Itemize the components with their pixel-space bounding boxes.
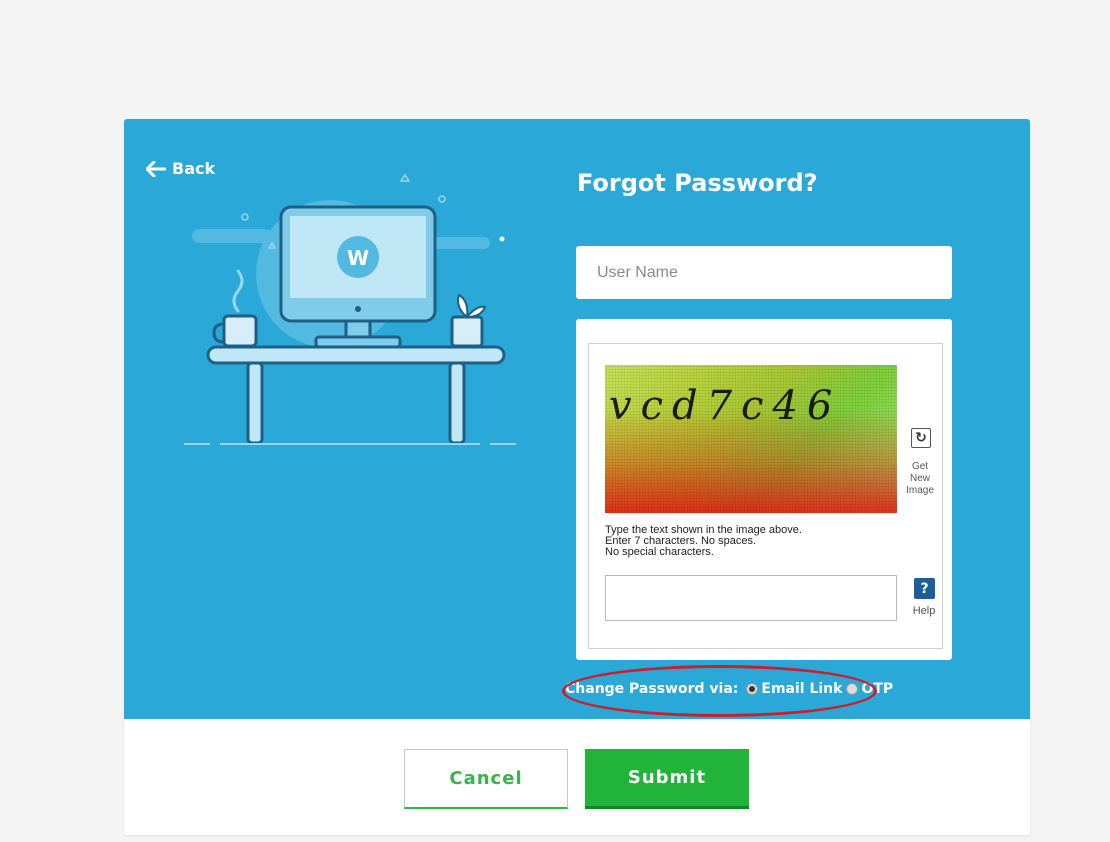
- email-link-label[interactable]: Email Link: [761, 681, 842, 697]
- svg-text:W: W: [347, 246, 369, 270]
- username-input[interactable]: [576, 246, 952, 299]
- delivery-method-label: Change Password via:: [565, 681, 739, 697]
- delivery-method-group: Change Password via: Email Link OTP: [565, 681, 893, 697]
- refresh-icon[interactable]: ↻: [911, 428, 931, 448]
- captcha-frame: vcd7c46 ↻ Get New Image Type the text sh…: [588, 343, 943, 649]
- arrow-left-icon: [146, 160, 166, 177]
- form-panel: Back W Forgot Password? User Name vcd7c4…: [124, 119, 1030, 719]
- otp-label[interactable]: OTP: [861, 681, 893, 697]
- captcha-text: vcd7c46: [609, 383, 842, 429]
- email-link-radio[interactable]: [746, 683, 759, 695]
- otp-radio[interactable]: [846, 683, 859, 695]
- email-link-option[interactable]: Email Link: [746, 681, 842, 697]
- captcha-hint-line: No special characters.: [605, 546, 714, 558]
- question-icon[interactable]: ?: [914, 578, 935, 599]
- captcha-image: vcd7c46: [605, 365, 897, 513]
- cancel-button[interactable]: Cancel: [404, 749, 568, 809]
- captcha-input[interactable]: [605, 575, 897, 621]
- desk-computer-illustration: W: [184, 173, 516, 445]
- page-title: Forgot Password?: [577, 169, 818, 197]
- submit-button[interactable]: Submit: [585, 749, 749, 809]
- get-new-image-label[interactable]: Get New Image: [895, 461, 945, 497]
- captcha-instructions: Type the text shown in the image above. …: [605, 525, 802, 558]
- otp-option[interactable]: OTP: [846, 681, 893, 697]
- forgot-password-card: Back W Forgot Password? User Name vcd7c4…: [124, 119, 1030, 835]
- help-label[interactable]: Help: [903, 605, 945, 617]
- captcha-panel: vcd7c46 ↻ Get New Image Type the text sh…: [576, 319, 952, 660]
